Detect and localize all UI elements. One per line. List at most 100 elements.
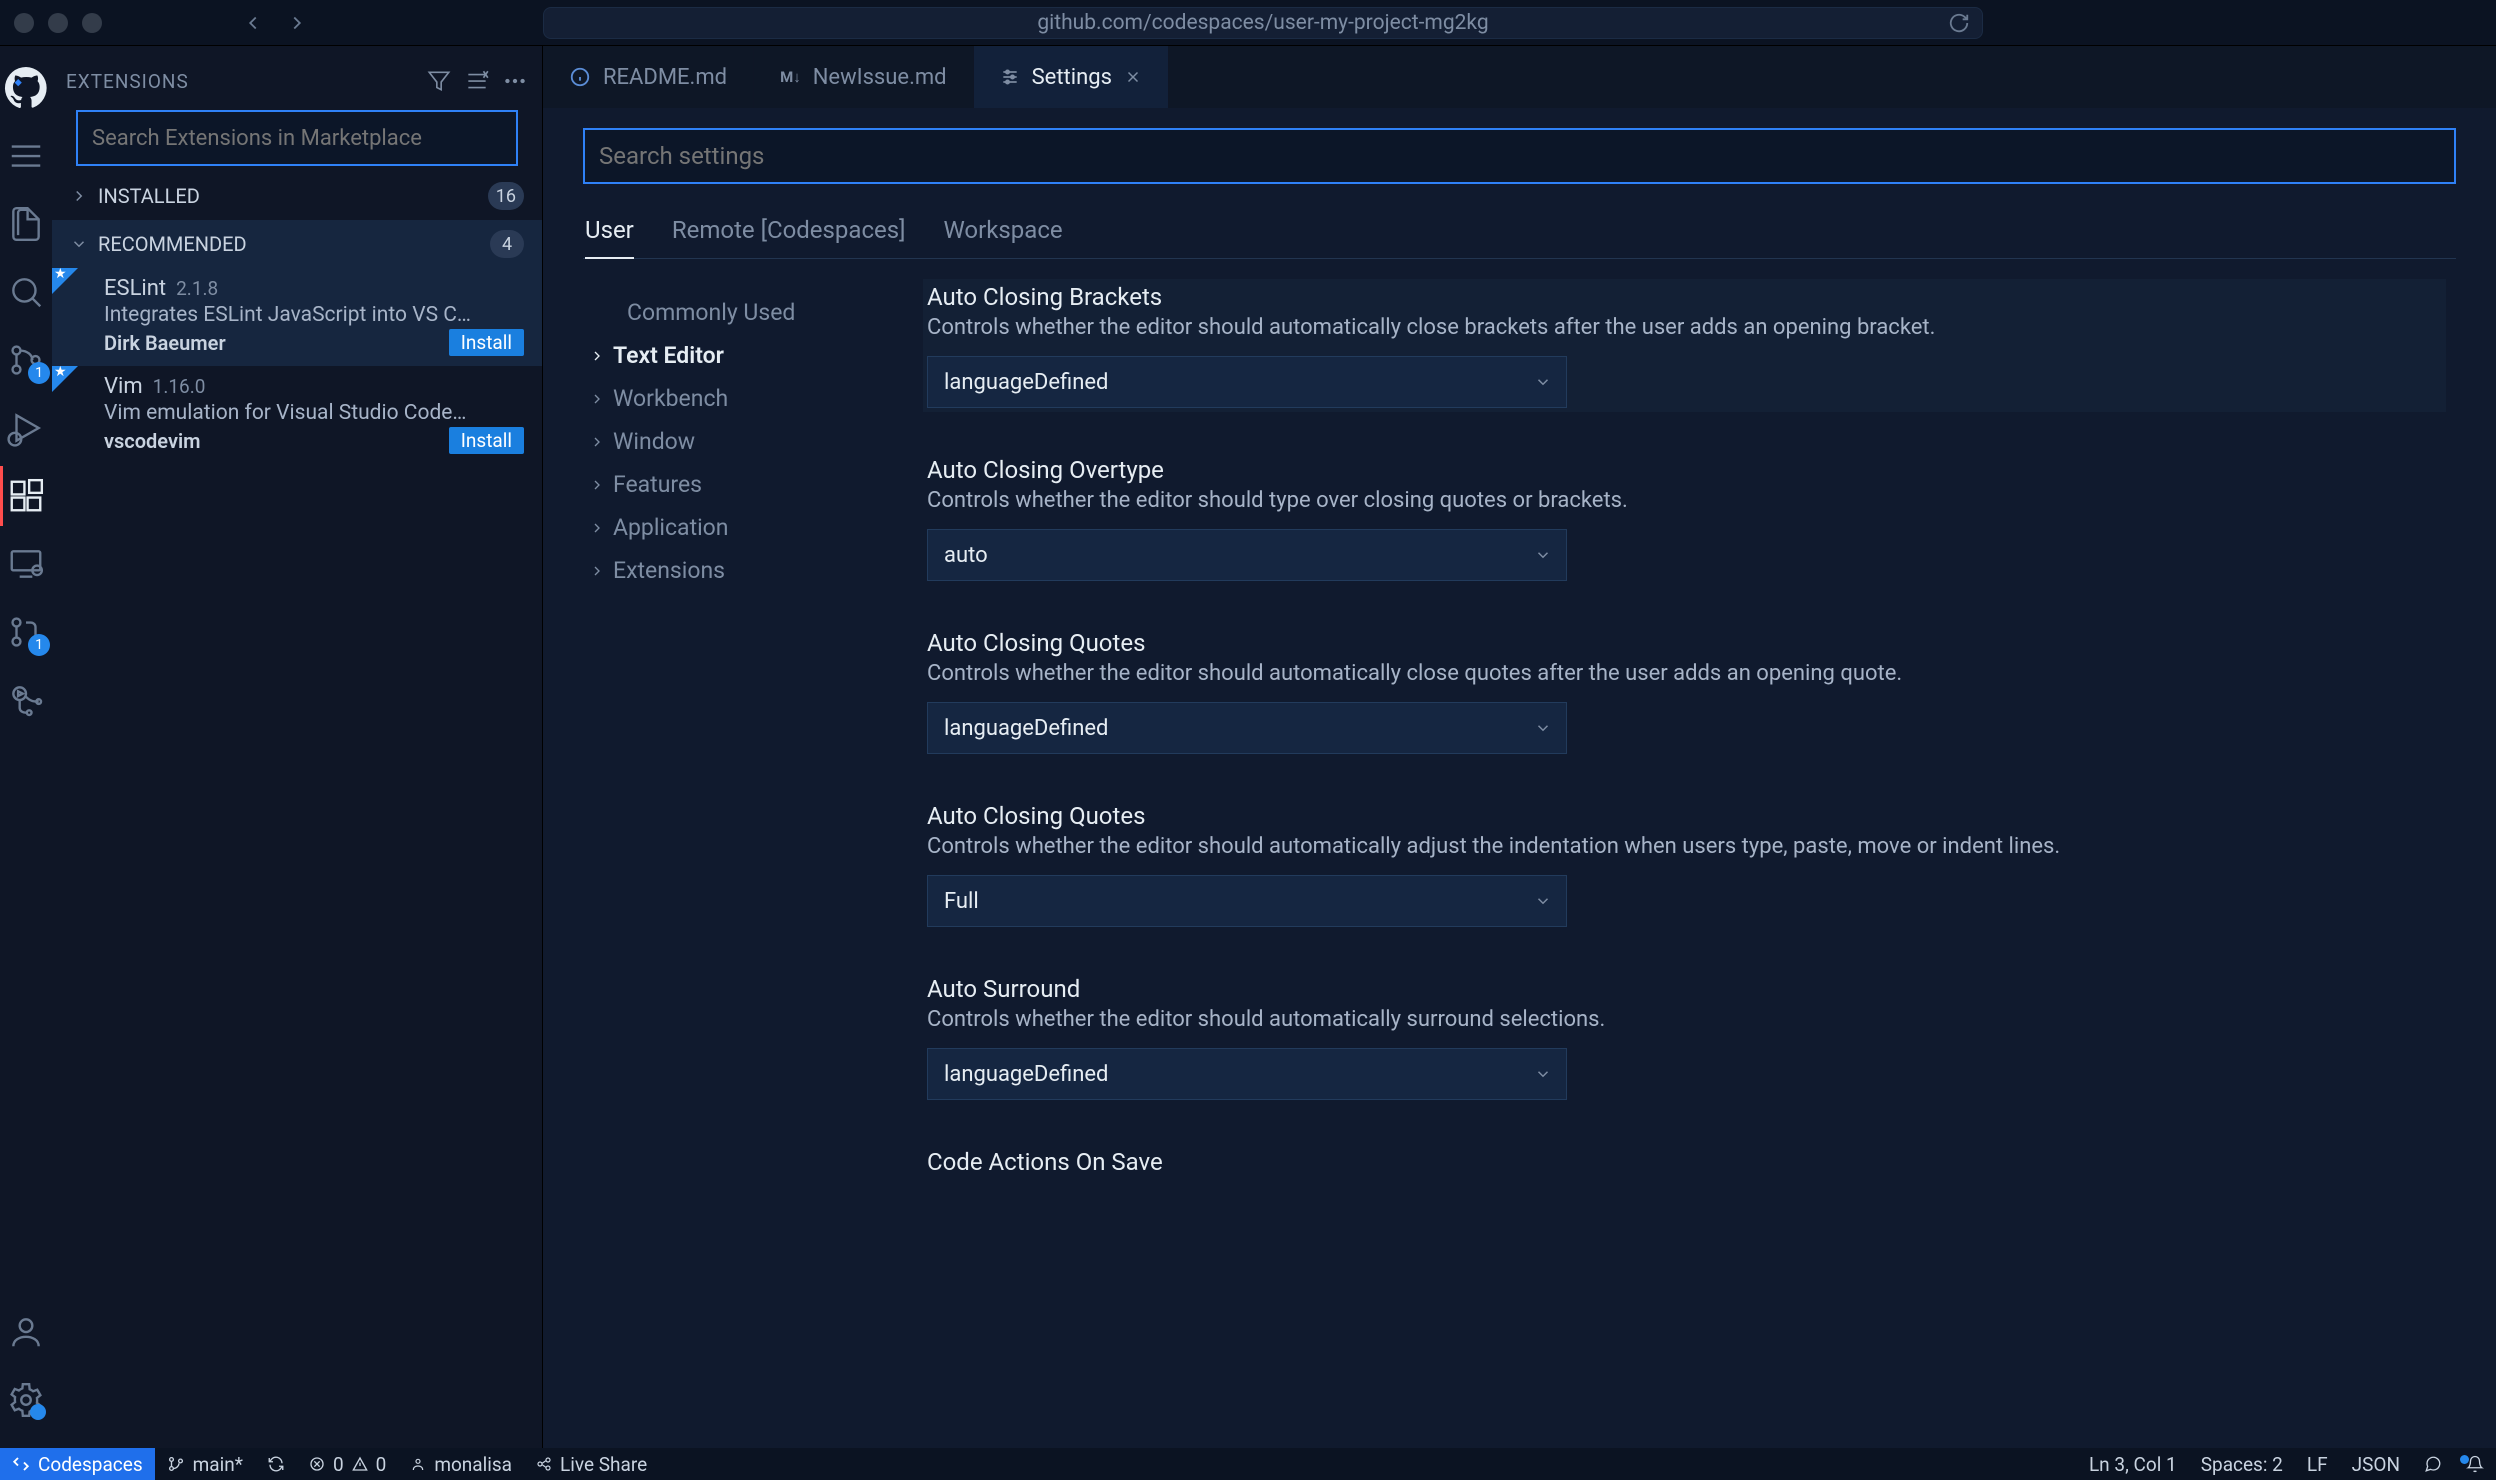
ext-version: 2.1.8 xyxy=(176,277,218,300)
scope-workspace[interactable]: Workspace xyxy=(943,210,1062,258)
status-spaces[interactable]: Spaces: 2 xyxy=(2189,1448,2295,1480)
ext-item-eslint[interactable]: ★ ESLint2.1.8 Integrates ESLint JavaScri… xyxy=(52,268,542,366)
scope-tabs: User Remote [Codespaces] Workspace xyxy=(583,210,2456,259)
address-bar[interactable]: github.com/codespaces/user-my-project-mg… xyxy=(543,7,1983,39)
section-count: 16 xyxy=(488,182,524,210)
minimize-window[interactable] xyxy=(48,13,68,33)
chevron-down-icon xyxy=(70,235,88,253)
toc-application[interactable]: Application xyxy=(583,506,893,549)
clear-icon[interactable] xyxy=(464,68,490,94)
github-logo[interactable] xyxy=(0,58,52,118)
settings-search-input[interactable] xyxy=(583,128,2456,184)
close-window[interactable] xyxy=(14,13,34,33)
status-cursor[interactable]: Ln 3, Col 1 xyxy=(2077,1448,2189,1480)
settings-list: Auto Closing Brackets Controls whether t… xyxy=(923,279,2456,1448)
remote-explorer-icon[interactable] xyxy=(0,534,52,594)
github-pr-icon[interactable]: 1 xyxy=(0,602,52,662)
more-icon[interactable] xyxy=(502,68,528,94)
setting-dropdown[interactable]: auto xyxy=(927,529,1567,581)
scope-remote[interactable]: Remote [Codespaces] xyxy=(672,210,906,258)
source-control-icon[interactable]: 1 xyxy=(0,330,52,390)
install-button[interactable]: Install xyxy=(449,427,524,454)
toc-text-editor[interactable]: Text Editor xyxy=(583,334,893,377)
setting-title: Auto Closing Quotes xyxy=(927,802,2446,830)
tab-label: NewIssue.md xyxy=(813,65,947,90)
setting-dropdown[interactable]: languageDefined xyxy=(927,1048,1567,1100)
markdown-icon: M↓ xyxy=(780,68,801,86)
chevron-down-icon xyxy=(1534,719,1552,737)
toc-commonly-used[interactable]: Commonly Used xyxy=(583,291,893,334)
status-feedback[interactable] xyxy=(2412,1448,2454,1480)
setting-auto-closing-quotes: Auto Closing Quotes Controls whether the… xyxy=(923,625,2446,758)
setting-auto-closing-overtype: Auto Closing Overtype Controls whether t… xyxy=(923,452,2446,585)
setting-dropdown[interactable]: languageDefined xyxy=(927,356,1567,408)
search-icon[interactable] xyxy=(0,262,52,322)
setting-title: Auto Closing Quotes xyxy=(927,629,2446,657)
chevron-down-icon xyxy=(1534,1065,1552,1083)
run-debug-icon[interactable] xyxy=(0,398,52,458)
toc-extensions[interactable]: Extensions xyxy=(583,549,893,592)
filter-icon[interactable] xyxy=(426,68,452,94)
forward-icon[interactable] xyxy=(286,12,308,34)
ext-publisher: Dirk Baeumer xyxy=(104,331,226,355)
ext-item-vim[interactable]: ★ Vim1.16.0 Vim emulation for Visual Stu… xyxy=(52,366,542,464)
toc-features[interactable]: Features xyxy=(583,463,893,506)
settings-badge xyxy=(30,1404,46,1420)
activity-bar: 1 1 xyxy=(0,46,52,1448)
status-eol[interactable]: LF xyxy=(2295,1448,2340,1480)
setting-title: Auto Closing Brackets xyxy=(927,283,2446,311)
reload-icon[interactable] xyxy=(1948,12,1970,34)
toc-window[interactable]: Window xyxy=(583,420,893,463)
status-codespaces[interactable]: Codespaces xyxy=(0,1448,155,1480)
sidebar-title: EXTENSIONS xyxy=(66,70,414,93)
nav-arrows xyxy=(242,12,308,34)
chevron-down-icon xyxy=(1534,373,1552,391)
chevron-right-icon xyxy=(70,187,88,205)
section-installed[interactable]: INSTALLED 16 xyxy=(52,172,542,220)
ext-publisher: vscodevim xyxy=(104,429,201,453)
ext-name: Vim xyxy=(104,374,143,399)
tab-settings[interactable]: Settings xyxy=(974,46,1169,108)
status-language[interactable]: JSON xyxy=(2340,1448,2412,1480)
tab-readme[interactable]: README.md xyxy=(543,46,754,108)
scm-badge: 1 xyxy=(28,362,50,384)
status-user[interactable]: monalisa xyxy=(398,1448,524,1480)
settings-toc: Commonly Used Text Editor Workbench Wind… xyxy=(583,279,893,1448)
settings-search xyxy=(583,128,2456,184)
ext-desc: Vim emulation for Visual Studio Code… xyxy=(104,401,524,425)
title-bar: github.com/codespaces/user-my-project-mg… xyxy=(0,0,2496,46)
section-label: RECOMMENDED xyxy=(98,232,247,256)
setting-dropdown[interactable]: languageDefined xyxy=(927,702,1567,754)
section-count: 4 xyxy=(490,230,524,258)
toc-workbench[interactable]: Workbench xyxy=(583,377,893,420)
setting-title: Auto Closing Overtype xyxy=(927,456,2446,484)
extensions-search xyxy=(76,110,518,166)
section-recommended[interactable]: RECOMMENDED 4 xyxy=(52,220,542,268)
explorer-icon[interactable] xyxy=(0,194,52,254)
maximize-window[interactable] xyxy=(82,13,102,33)
status-liveshare[interactable]: Live Share xyxy=(524,1448,659,1480)
status-bar: Codespaces main* 0 0 monalisa Live Share… xyxy=(0,1448,2496,1480)
accounts-icon[interactable] xyxy=(0,1302,52,1362)
install-button[interactable]: Install xyxy=(449,329,524,356)
settings-tab-icon xyxy=(1000,67,1020,87)
setting-dropdown[interactable]: Full xyxy=(927,875,1567,927)
setting-title: Auto Surround xyxy=(927,975,2446,1003)
extensions-search-input[interactable] xyxy=(76,110,518,166)
back-icon[interactable] xyxy=(242,12,264,34)
close-icon[interactable] xyxy=(1124,68,1142,86)
github-actions-icon[interactable] xyxy=(0,670,52,730)
setting-desc: Controls whether the editor should autom… xyxy=(927,834,2446,859)
settings-gear-icon[interactable] xyxy=(0,1370,52,1430)
setting-desc: Controls whether the editor should type … xyxy=(927,488,2446,513)
menu-icon[interactable] xyxy=(0,126,52,186)
scope-user[interactable]: User xyxy=(585,210,634,258)
extensions-icon[interactable] xyxy=(0,466,52,526)
status-problems[interactable]: 0 0 xyxy=(297,1448,398,1480)
tab-newissue[interactable]: M↓ NewIssue.md xyxy=(754,46,974,108)
status-branch[interactable]: main* xyxy=(155,1448,255,1480)
address-text: github.com/codespaces/user-my-project-mg… xyxy=(1037,11,1488,35)
status-notifications[interactable] xyxy=(2454,1448,2496,1480)
setting-auto-closing-brackets: Auto Closing Brackets Controls whether t… xyxy=(923,279,2446,412)
status-sync[interactable] xyxy=(255,1448,297,1480)
